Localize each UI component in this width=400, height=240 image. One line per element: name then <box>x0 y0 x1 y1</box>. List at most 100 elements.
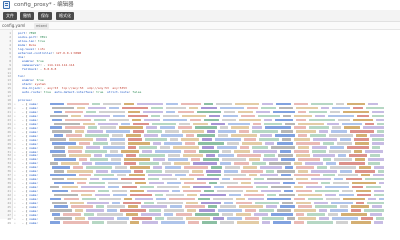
obscured-text-block <box>265 142 274 145</box>
obscured-text-block <box>50 185 59 189</box>
obscured-text-block <box>294 114 312 118</box>
obscured-text-block <box>254 177 264 181</box>
obscured-text-block <box>133 122 149 126</box>
obscured-text-block <box>224 110 235 114</box>
obscured-text-block <box>241 169 263 173</box>
obscured-text-block <box>351 205 369 209</box>
obscured-text-block <box>372 205 382 209</box>
obscured-text-block <box>130 189 144 193</box>
obscured-text-block <box>233 177 251 181</box>
obscured-text-block <box>65 118 91 122</box>
obscured-text-block <box>156 197 166 201</box>
obscured-text-block <box>312 150 326 153</box>
save-button[interactable]: 保存 <box>38 12 52 20</box>
obscured-text-block <box>82 162 92 165</box>
obscured-text-block <box>126 154 136 157</box>
obscured-text-block <box>86 146 100 149</box>
obscured-text-block <box>224 201 233 205</box>
obscured-text-block <box>187 193 197 197</box>
obscured-text-block <box>95 193 110 197</box>
obscured-text-block <box>201 201 221 205</box>
obscured-text-block <box>96 138 107 141</box>
obscured-text-block <box>54 181 74 185</box>
obscured-text-block <box>240 146 249 149</box>
obscured-text-block <box>332 217 358 220</box>
obscured-text-block <box>65 110 83 114</box>
obscured-text-block <box>193 162 217 165</box>
obscured-text-block <box>206 154 215 157</box>
app-icon <box>3 1 10 9</box>
obscured-text-block <box>329 150 351 153</box>
obscured-text-block <box>282 201 293 205</box>
obscured-text-block <box>54 205 68 209</box>
obscured-text-block <box>235 102 259 106</box>
code-editor[interactable]: 1 port: 7890 2 socks-port: 7891 3 allow-lan: … <box>0 30 400 225</box>
obscured-text-block <box>87 130 103 134</box>
obscured-text-block <box>99 110 125 114</box>
obscured-text-block <box>315 189 339 193</box>
file-button[interactable]: 文件 <box>3 12 17 20</box>
obscured-text-block <box>280 205 295 209</box>
obscured-text-block <box>165 169 189 173</box>
obscured-text-block <box>105 154 123 157</box>
obscured-text-block <box>139 154 165 157</box>
obscured-text-block <box>276 102 291 106</box>
obscured-text-block <box>239 118 261 122</box>
obscured-text-block <box>376 118 384 122</box>
obscured-text-block <box>126 134 141 137</box>
obscured-text-block <box>222 150 231 153</box>
obscured-text-block <box>379 197 384 201</box>
obscured-text-block <box>183 189 201 193</box>
obscured-text-block <box>222 213 233 216</box>
obscured-text-block <box>50 197 61 201</box>
obscured-text-block <box>88 126 97 130</box>
obscured-text-block <box>296 142 320 145</box>
obscured-text-block <box>195 213 219 216</box>
obscured-text-block <box>298 110 306 114</box>
obscured-text-block <box>151 106 163 110</box>
undo-button[interactable]: 撤销 <box>20 12 34 20</box>
obscured-text-block <box>328 213 338 216</box>
obscured-text-block <box>71 189 95 193</box>
obscured-text-block <box>329 134 353 137</box>
obscured-text-block <box>370 154 380 157</box>
obscured-text-block <box>129 173 145 177</box>
obscured-text-block <box>155 193 163 197</box>
obscured-text-block <box>281 173 291 177</box>
obscured-text-block <box>296 106 318 110</box>
file-tag[interactable]: mixed <box>34 23 49 29</box>
obscured-text-block <box>337 142 352 145</box>
obscured-text-block <box>204 118 219 122</box>
obscured-text-block <box>311 102 333 106</box>
obscured-text-block <box>267 193 276 197</box>
obscured-text-block <box>191 158 200 161</box>
obscured-text-block <box>334 177 343 181</box>
obscured-text-block <box>241 114 255 118</box>
obscured-text-block <box>167 217 183 220</box>
obscured-text-block <box>296 177 308 181</box>
obscured-text-block <box>372 110 384 114</box>
obscured-text-block <box>128 146 136 149</box>
obscured-text-block <box>307 221 333 224</box>
obscured-text-block <box>271 185 291 189</box>
format-button[interactable]: 格式化 <box>56 12 74 20</box>
obscured-text-block <box>260 165 282 169</box>
obscured-text-block <box>224 173 246 177</box>
obscured-text-block <box>189 106 198 110</box>
window-titlebar: config_proxy* - 编辑器 <box>0 0 400 10</box>
obscured-text-block <box>341 213 367 216</box>
obscured-text-block <box>213 217 224 220</box>
obscured-text-block <box>174 162 190 165</box>
obscured-text-block <box>128 142 150 145</box>
obscured-text-block <box>284 189 293 193</box>
obscured-text-block <box>95 162 121 165</box>
obscured-text-block <box>168 158 188 161</box>
obscured-text-block <box>361 173 370 177</box>
obscured-text-block <box>262 221 270 224</box>
obscured-text-block <box>259 138 279 141</box>
obscured-text-block <box>103 102 121 106</box>
obscured-text-block <box>67 102 89 106</box>
obscured-text-block <box>69 138 93 141</box>
obscured-text-block <box>361 217 373 220</box>
obscured-text-block <box>277 142 293 145</box>
